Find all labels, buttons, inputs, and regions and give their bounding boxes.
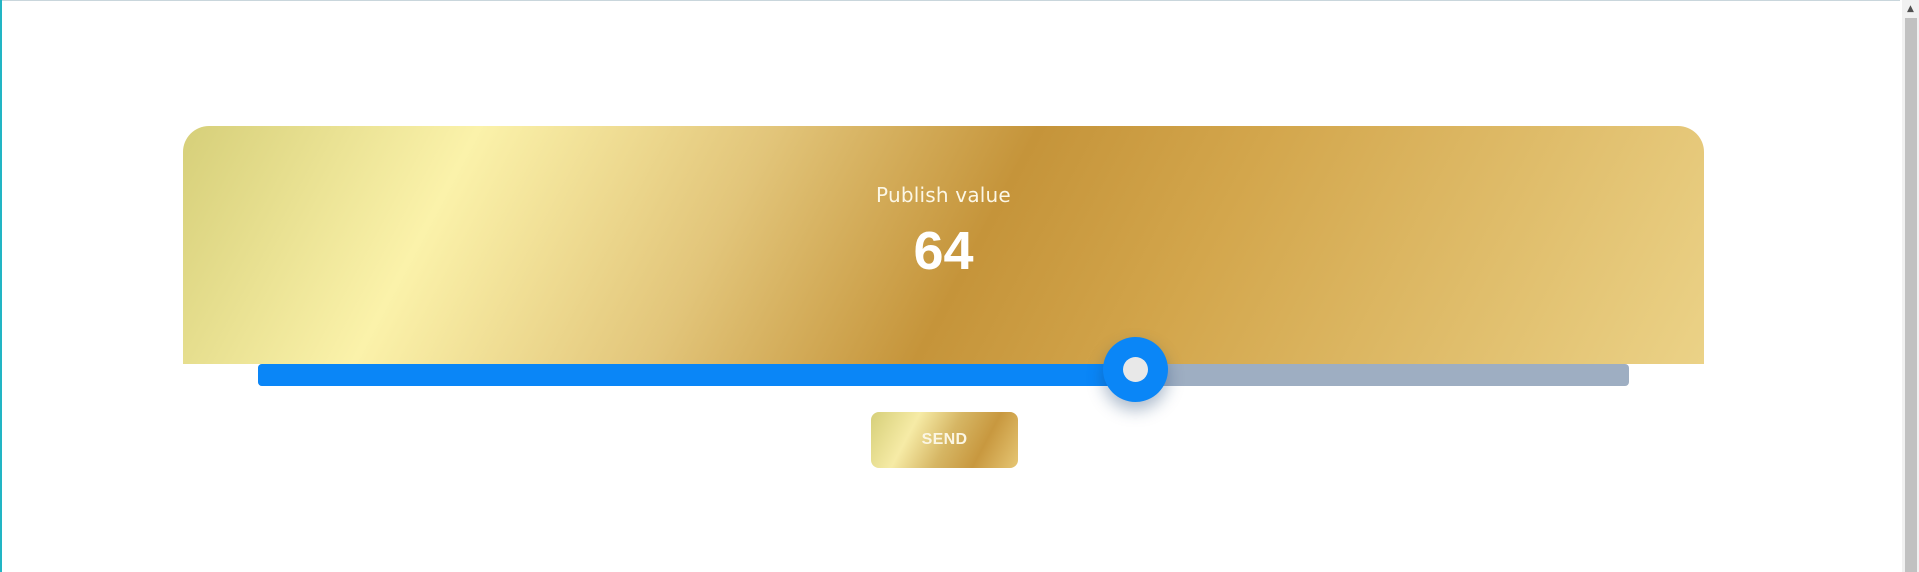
slider-thumb-center	[1123, 357, 1149, 382]
window-left-border	[0, 0, 2, 572]
window-top-border	[0, 0, 1900, 1]
slider-thumb[interactable]	[1103, 337, 1169, 402]
scrollbar-thumb[interactable]	[1905, 18, 1917, 572]
page: Publish value 64 SEND ▲	[0, 0, 1919, 572]
value-slider[interactable]	[258, 337, 1629, 402]
slider-fill	[258, 364, 1136, 386]
scroll-up-arrow-icon[interactable]: ▲	[1902, 0, 1919, 17]
send-button[interactable]: SEND	[871, 412, 1018, 468]
publish-banner: Publish value 64	[183, 126, 1704, 364]
publish-title: Publish value	[876, 183, 1011, 207]
vertical-scrollbar[interactable]: ▲	[1902, 0, 1919, 572]
publish-value: 64	[913, 221, 974, 281]
